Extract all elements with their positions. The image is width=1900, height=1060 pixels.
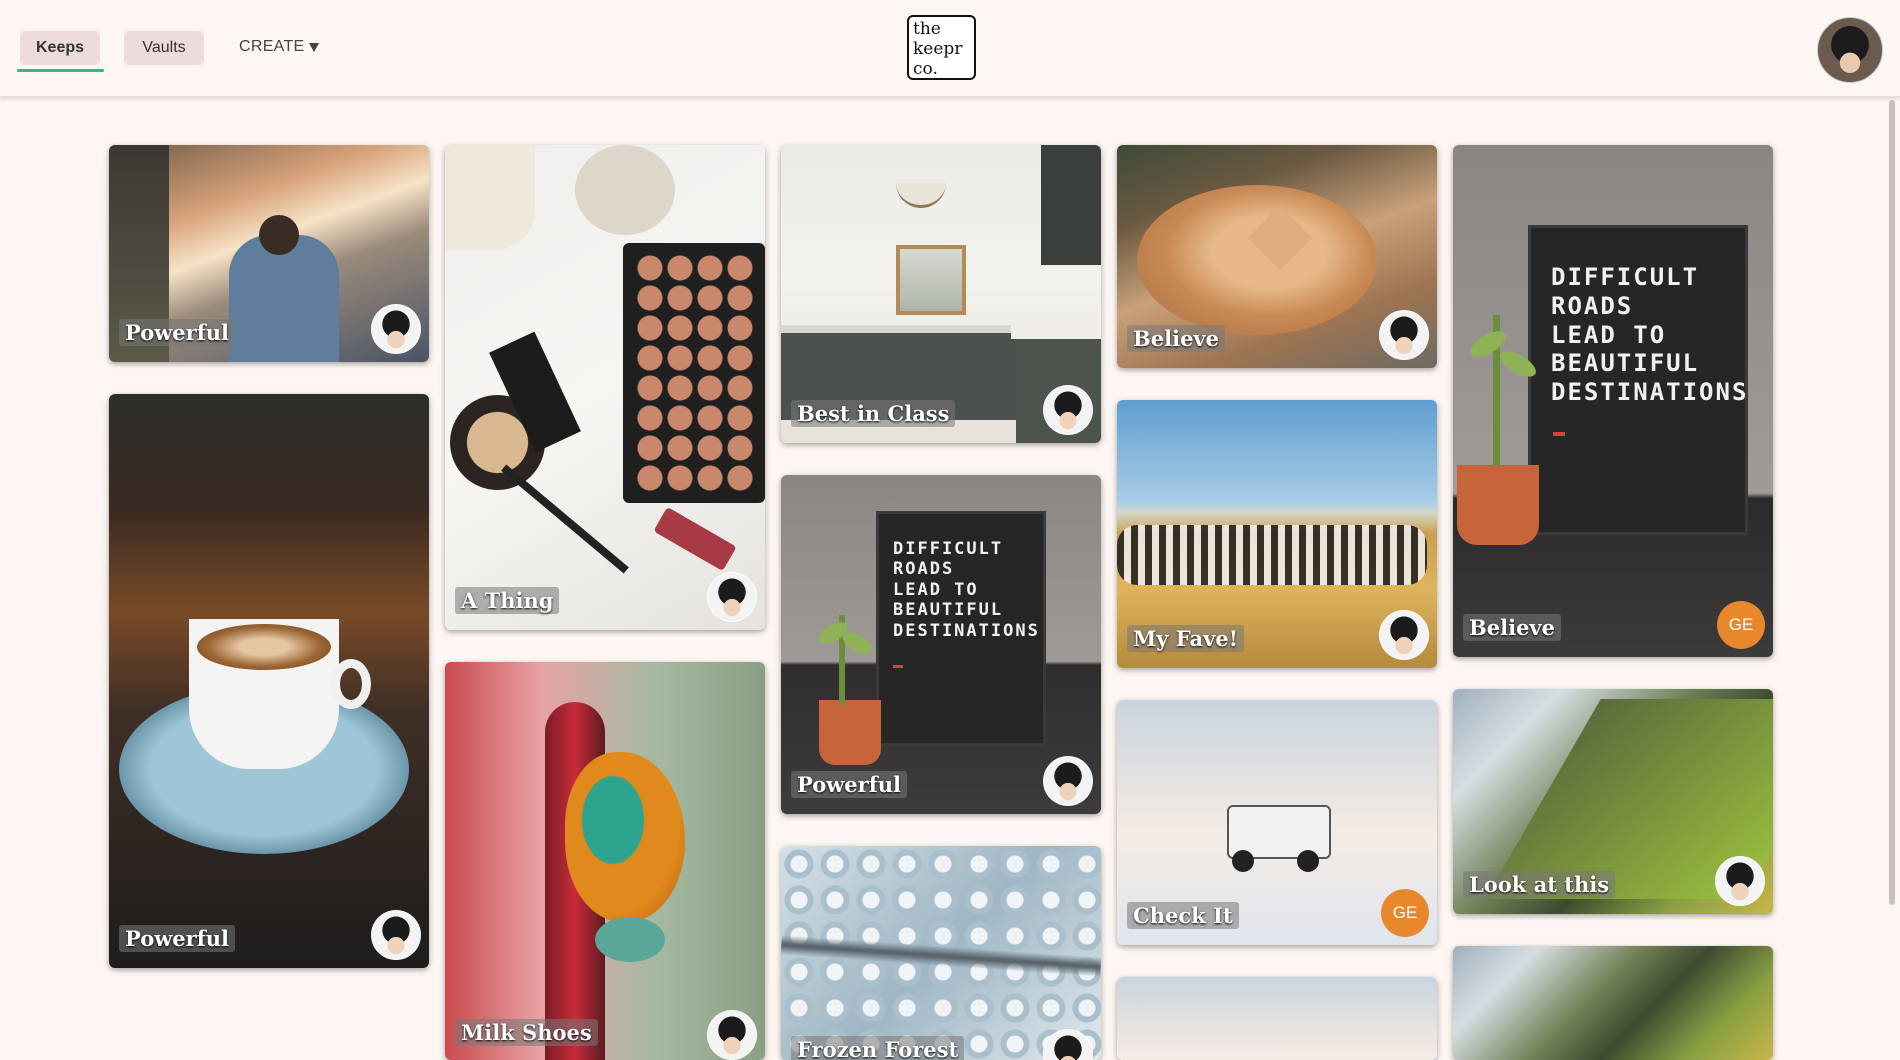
keep-card[interactable]: DIFFICULT ROADS LEAD TO BEAUTIFUL DESTIN… [781,475,1101,814]
keep-title: Milk Shoes [455,1019,598,1046]
logo-line: co. [913,59,938,79]
user-avatar[interactable] [1817,17,1883,83]
keep-owner-avatar[interactable] [1043,1029,1093,1060]
keep-title: Look at this [1463,871,1616,898]
keep-owner-avatar[interactable] [371,910,421,960]
keep-card[interactable]: Look at this [1453,689,1773,914]
keep-owner-avatar[interactable] [1043,756,1093,806]
keep-owner-initials[interactable]: GE [1717,601,1765,649]
keep-card[interactable]: Milk Shoes [445,662,765,1060]
letter-board-text: DIFFICULT ROADS LEAD TO BEAUTIFUL DESTIN… [1551,263,1749,407]
keep-owner-avatar[interactable] [1379,610,1429,660]
keep-title: A Thing [455,587,560,614]
scrollbar[interactable] [1889,100,1895,905]
keep-card[interactable]: Believe [1117,145,1437,368]
keep-title: Check It [1127,902,1239,929]
tab-vaults[interactable]: Vaults [124,31,204,65]
keep-card[interactable] [1117,977,1437,1060]
keep-title: Believe [1127,325,1225,352]
letter-board-text: DIFFICULT ROADS LEAD TO BEAUTIFUL DESTIN… [893,539,1040,641]
active-tab-indicator [17,69,104,72]
keep-title: Powerful [119,319,236,346]
keep-title: Powerful [791,771,908,798]
keep-title: My Fave! [1127,625,1244,652]
keep-title: Powerful [119,925,236,952]
logo-line: the [913,19,941,39]
keep-title: Best in Class [791,400,956,427]
keep-card[interactable]: A Thing [445,145,765,630]
navbar: Keeps Vaults CREATE the keepr co. [0,0,1900,97]
keep-card[interactable]: Frozen Forest [781,846,1101,1060]
keep-card[interactable]: My Fave! [1117,400,1437,668]
logo[interactable]: the keepr co. [907,15,976,80]
keep-card[interactable] [1453,946,1773,1060]
keep-card[interactable]: Powerful [109,145,429,362]
keep-owner-avatar[interactable] [1379,310,1429,360]
keep-owner-avatar[interactable] [371,304,421,354]
tab-keeps[interactable]: Keeps [20,31,100,65]
keep-owner-avatar[interactable] [707,572,757,622]
keep-card[interactable]: Best in Class [781,145,1101,443]
keep-card[interactable]: Powerful [109,394,429,968]
create-dropdown[interactable]: CREATE [239,38,319,56]
keep-owner-avatar[interactable] [1715,856,1765,906]
keep-title: Believe [1463,614,1561,641]
create-label: CREATE [239,38,305,55]
caret-down-icon [308,42,319,52]
keep-card[interactable]: DIFFICULT ROADS LEAD TO BEAUTIFUL DESTIN… [1453,145,1773,657]
keep-owner-initials[interactable]: GE [1381,889,1429,937]
keep-owner-avatar[interactable] [1043,385,1093,435]
keep-title: Frozen Forest [791,1036,965,1060]
logo-line: keepr [913,39,963,59]
keep-card[interactable]: Check It GE [1117,700,1437,945]
keep-owner-avatar[interactable] [707,1010,757,1060]
